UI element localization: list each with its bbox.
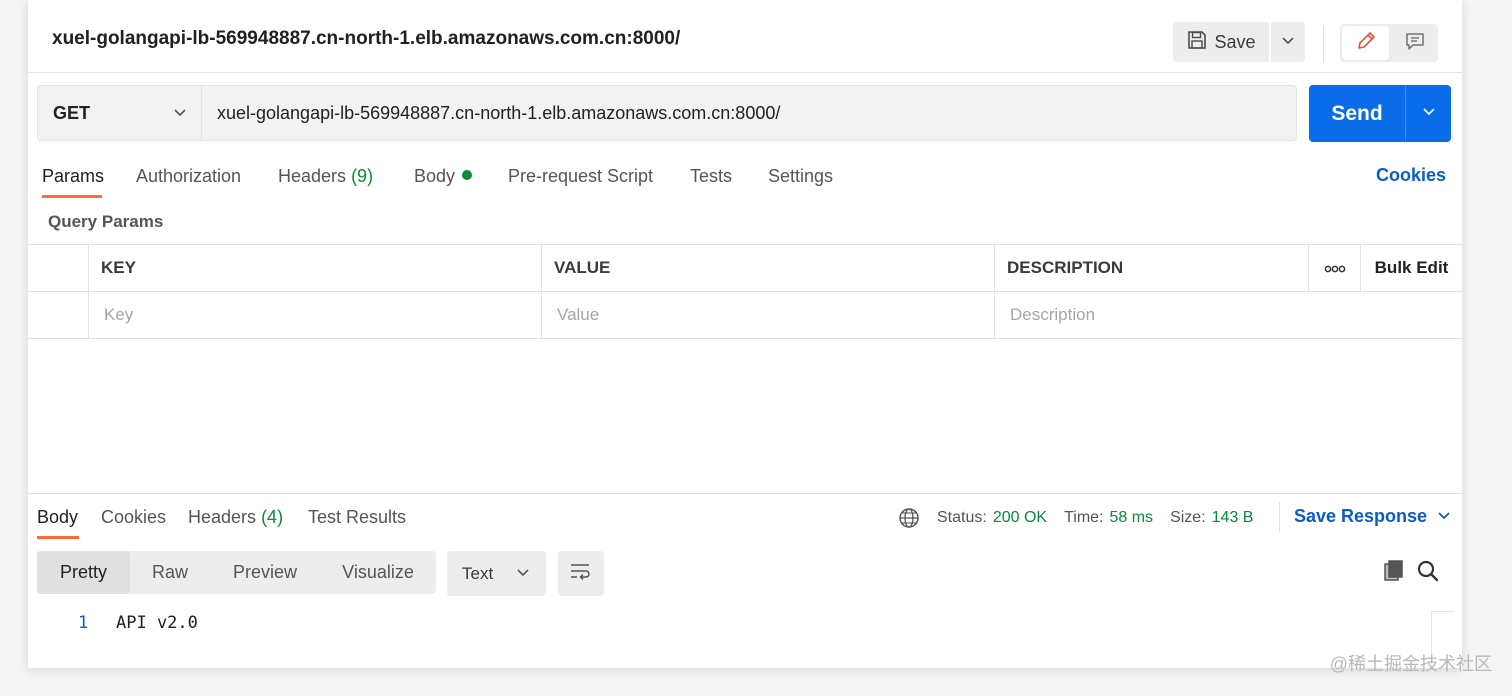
postman-request-panel: xuel-golangapi-lb-569948887.cn-north-1.e… [28,0,1462,668]
comment-icon [1404,30,1426,57]
save-icon [1186,29,1208,56]
response-format-group: Pretty Raw Preview Visualize [37,551,436,594]
comments-button[interactable] [1391,24,1438,62]
request-header-bar: xuel-golangapi-lb-569948887.cn-north-1.e… [28,0,1462,73]
query-params-table: KEY VALUE DESCRIPTION Bulk Edit [28,244,1462,339]
url-input[interactable] [202,86,1296,140]
response-meta-divider [1279,502,1280,532]
url-bar: GET [37,85,1297,141]
tab-authorization[interactable]: Authorization [136,165,241,187]
toolbar-divider [1323,26,1324,62]
value-cell [541,292,994,338]
size-readout[interactable]: Size: 143 B [1170,509,1253,527]
method-value: GET [53,102,91,123]
line-number: 1 [78,613,89,633]
body-indicator-dot [462,170,473,180]
save-button-group: Save [1173,22,1305,62]
copy-icon[interactable] [1382,559,1406,588]
save-response-button[interactable]: Save Response [1294,506,1451,527]
row-checkbox-column [28,245,88,291]
response-meta: Status: 200 OK Time: 58 ms Size: 143 B [898,507,1270,529]
tab-settings[interactable]: Settings [768,165,833,187]
tab-headers-label: Headers [278,166,347,186]
watermark: @稀土掘金技术社区 [1329,654,1492,674]
tab-tests[interactable]: Tests [690,165,732,187]
response-tab-headers-label: Headers [188,507,257,527]
table-row [28,292,1462,339]
tab-params[interactable]: Params [42,165,104,187]
send-button[interactable]: Send [1309,85,1406,142]
row-checkbox-cell [28,292,88,338]
format-raw[interactable]: Raw [130,551,210,594]
tab-body-label: Body [414,166,456,186]
chevron-down-icon [1281,33,1295,52]
size-value: 143 B [1211,509,1254,526]
column-header-key: KEY [88,245,541,291]
line-text: API v2.0 [116,613,198,633]
column-header-value: VALUE [541,245,994,291]
globe-icon[interactable] [898,507,920,529]
response-divider[interactable] [28,493,1462,494]
cookies-link[interactable]: Cookies [1376,165,1446,186]
more-horizontal-icon [1324,258,1346,278]
size-label: Size: [1170,509,1206,526]
chevron-down-icon [173,103,187,124]
method-select[interactable]: GET [38,86,202,140]
pencil-icon [1355,30,1377,57]
response-type-value: Text [462,563,494,583]
search-icon[interactable] [1416,559,1440,588]
tab-headers-count: (9) [351,166,374,186]
active-tab-indicator [42,195,102,198]
status-value: 200 OK [992,509,1048,526]
save-button-label: Save [1214,31,1256,52]
send-options-button[interactable] [1406,85,1451,142]
wrap-lines-icon [569,561,593,586]
description-cell [994,292,1462,338]
more-options-button[interactable] [1308,245,1360,291]
param-description-input[interactable] [1008,304,1462,326]
save-options-button[interactable] [1271,22,1305,62]
format-preview[interactable]: Preview [210,551,320,594]
chevron-down-icon [1437,506,1451,527]
chevron-down-icon [1422,104,1436,123]
column-header-description: DESCRIPTION [994,245,1308,291]
key-cell [88,292,541,338]
time-label: Time: [1064,509,1104,526]
response-tab-headers-count: (4) [261,507,284,527]
format-visualize[interactable]: Visualize [320,551,436,594]
param-key-input[interactable] [102,304,541,326]
response-active-tab-indicator [37,536,79,539]
save-button[interactable]: Save [1173,22,1271,62]
send-button-group: Send [1309,85,1451,142]
response-tab-body[interactable]: Body [37,507,78,528]
save-response-label: Save Response [1294,506,1428,526]
view-mode-toggle [1340,24,1438,62]
response-tab-test-results[interactable]: Test Results [308,507,406,528]
response-tab-headers[interactable]: Headers (4) [188,507,283,528]
wrap-lines-button[interactable] [558,551,604,596]
table-header-row: KEY VALUE DESCRIPTION Bulk Edit [28,245,1462,292]
time-value: 58 ms [1109,509,1154,526]
tab-headers[interactable]: Headers (9) [278,165,373,187]
status-readout[interactable]: Status: 200 OK [937,509,1047,527]
status-label: Status: [937,509,987,526]
response-type-select[interactable]: Text [447,551,546,596]
param-value-input[interactable] [555,304,994,326]
tab-pre-request-script[interactable]: Pre-request Script [508,165,653,187]
bulk-edit-button[interactable]: Bulk Edit [1360,245,1462,291]
format-pretty[interactable]: Pretty [37,551,130,594]
request-title[interactable]: xuel-golangapi-lb-569948887.cn-north-1.e… [52,28,680,50]
time-readout[interactable]: Time: 58 ms [1064,509,1153,527]
response-tab-cookies[interactable]: Cookies [101,507,166,528]
edit-mode-button[interactable] [1342,26,1389,60]
chevron-down-icon [516,564,530,584]
query-params-heading: Query Params [48,212,164,231]
tab-body[interactable]: Body [414,165,473,187]
